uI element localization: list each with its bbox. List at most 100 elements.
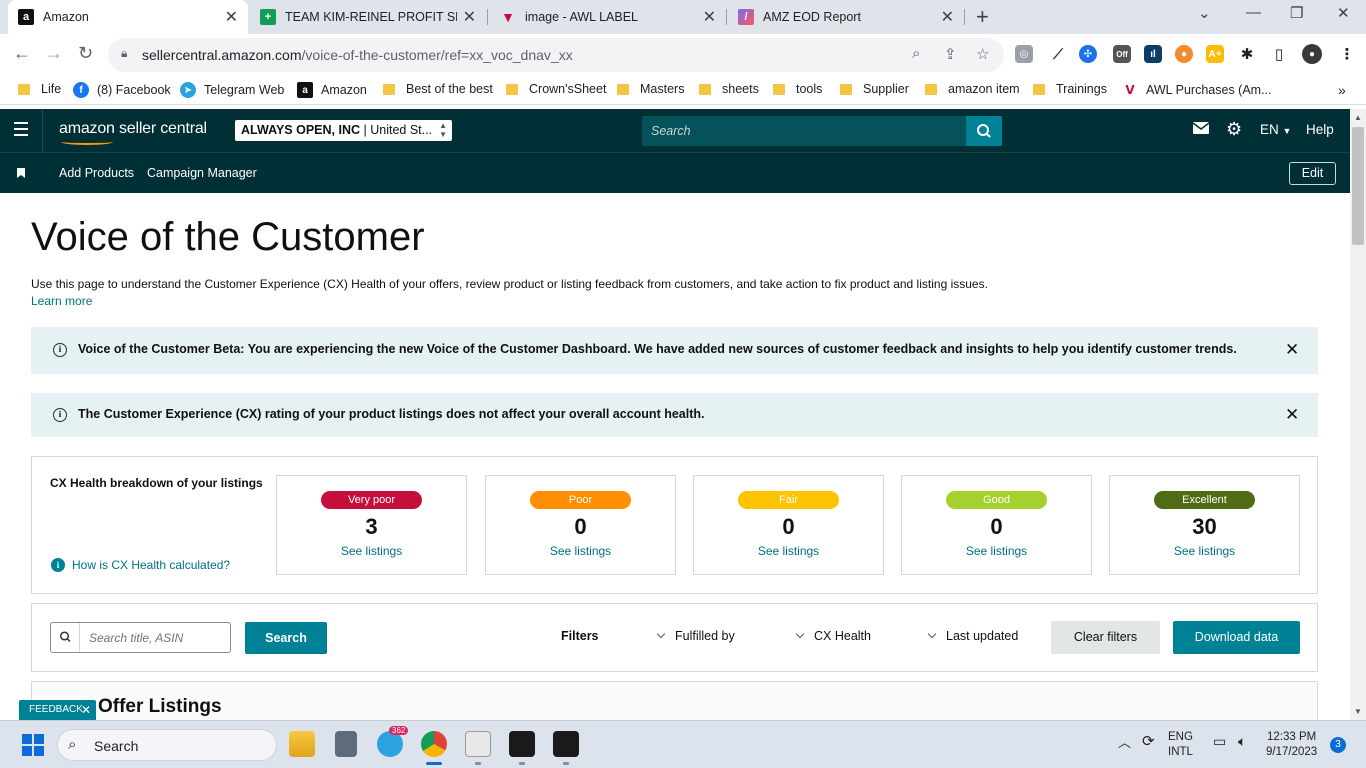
bookmark-supplier[interactable]: Supplier — [840, 82, 909, 96]
share-icon[interactable]: ⇪ — [944, 45, 957, 63]
bookmark-amazon-item[interactable]: amazon item — [925, 82, 1020, 96]
see-listings-link[interactable]: See listings — [486, 544, 675, 558]
learn-more-link[interactable]: Learn more — [31, 294, 92, 308]
nav-add-products[interactable]: Add Products — [59, 166, 134, 180]
tab-eod-report[interactable]: / AMZ EOD Report ✕ — [728, 0, 964, 34]
see-listings-link[interactable]: See listings — [902, 544, 1091, 558]
close-icon[interactable]: ✕ — [1285, 340, 1299, 360]
cx-health-help-link[interactable]: i How is CX Health calculated? — [51, 558, 230, 572]
volume-icon[interactable]: 🔈︎ — [1238, 734, 1246, 749]
close-tab-icon[interactable]: ✕ — [941, 7, 954, 27]
page-scrollbar[interactable]: ▲ ▼ — [1350, 109, 1366, 720]
last-updated-dropdown[interactable]: Last updated — [927, 629, 1018, 643]
network-icon[interactable]: ▭ — [1213, 734, 1226, 749]
telegram-icon[interactable]: 362 — [377, 726, 409, 757]
restore-icon[interactable]: ❐ — [1290, 4, 1303, 22]
address-bar[interactable]: 🔒︎ sellercentral.amazon.com/voice-of-the… — [108, 38, 1004, 72]
search-button[interactable]: Search — [245, 622, 327, 654]
header-search-button[interactable] — [966, 116, 1002, 146]
clear-filters-button[interactable]: Clear filters — [1051, 621, 1160, 654]
seller-central-logo[interactable]: amazon seller central — [59, 120, 207, 145]
bookmark-amazon[interactable]: a Amazon — [297, 82, 367, 98]
extension-icon[interactable]: ● — [1175, 45, 1193, 63]
bookmark-trainings[interactable]: Trainings — [1033, 82, 1107, 96]
scroll-down-icon[interactable]: ▼ — [1354, 707, 1362, 716]
active-app-indicator — [426, 762, 442, 765]
see-listings-link[interactable]: See listings — [277, 544, 466, 558]
bookmark-crowns-sheet[interactable]: Crown'sSheet — [506, 82, 606, 96]
cx-card-poor: Poor 0 See listings — [485, 475, 676, 575]
reload-icon[interactable]: ↻ — [78, 43, 93, 64]
scrollbar-thumb[interactable] — [1352, 127, 1364, 245]
see-listings-link[interactable]: See listings — [1110, 544, 1299, 558]
zoom-icon[interactable]: ⌕ — [912, 45, 920, 62]
extension-icon[interactable]: Off — [1113, 45, 1131, 63]
bookmark-awl-purchases[interactable]: ᐯ AWL Purchases (Am... — [1122, 82, 1271, 98]
download-data-button[interactable]: Download data — [1173, 621, 1300, 654]
bookmark-facebook[interactable]: f (8) Facebook — [73, 82, 171, 98]
bookmark-sheets[interactable]: sheets — [699, 82, 759, 96]
bookmark-star-icon[interactable]: ☆ — [976, 45, 989, 63]
menu-kebab-icon[interactable]: ⋮ — [1338, 45, 1356, 63]
taskbar-search[interactable]: ⌕ Search — [57, 729, 277, 761]
mail-icon[interactable] — [1192, 122, 1210, 137]
language-selector[interactable]: EN ▼ — [1260, 122, 1291, 137]
close-tab-icon[interactable]: ✕ — [225, 7, 238, 27]
header-search-input[interactable]: Search — [642, 116, 967, 146]
status-badge: Excellent — [1154, 491, 1255, 509]
notification-badge[interactable]: 3 — [1330, 737, 1346, 753]
account-switcher[interactable]: ALWAYS OPEN, INC | United St... ▲ ▼ — [235, 120, 452, 141]
calculator-icon[interactable] — [335, 731, 357, 757]
bookmark-tools[interactable]: tools — [773, 82, 822, 96]
new-tab-icon[interactable]: + — [976, 4, 989, 30]
bookmark-life[interactable]: Life — [18, 82, 61, 96]
extensions-puzzle-icon[interactable]: ✱ — [1238, 45, 1256, 63]
bookmark-best-of-the-best[interactable]: Best of the best — [383, 82, 493, 96]
nav-campaign-manager[interactable]: Campaign Manager — [147, 166, 257, 180]
listing-search-input[interactable]: Search title, ASIN — [50, 622, 231, 653]
extension-icon[interactable]: ıl — [1144, 45, 1162, 63]
tab-amazon[interactable]: a Amazon ✕ — [8, 0, 248, 34]
tray-overflow-icon[interactable]: ︿ — [1118, 735, 1131, 750]
side-panel-icon[interactable]: ▯ — [1270, 45, 1288, 63]
gear-icon[interactable]: ⚙ — [1226, 119, 1242, 140]
close-icon[interactable]: ✕ — [81, 700, 91, 720]
see-listings-link[interactable]: See listings — [694, 544, 883, 558]
file-explorer-icon[interactable] — [289, 731, 315, 757]
minimize-icon[interactable]: — — [1246, 4, 1261, 21]
tab-profit-sheet[interactable]: + TEAM KIM-REINEL PROFIT SHEET ✕ — [250, 0, 486, 34]
cx-health-dropdown[interactable]: CX Health — [795, 629, 871, 643]
app-icon[interactable] — [465, 731, 491, 757]
feedback-button[interactable]: FEEDBACK ✕ — [19, 700, 96, 720]
fulfilled-by-dropdown[interactable]: Fulfilled by — [656, 629, 735, 643]
tab-awl-label[interactable]: ▼ image - AWL LABEL ✕ — [490, 0, 726, 34]
status-badge: Poor — [530, 491, 631, 509]
close-tab-icon[interactable]: ✕ — [463, 7, 476, 27]
close-tab-icon[interactable]: ✕ — [703, 7, 716, 27]
tab-search-icon[interactable]: ⌄ — [1198, 4, 1211, 22]
bookmark-label: tools — [796, 82, 823, 96]
bookmark-masters[interactable]: Masters — [617, 82, 684, 96]
close-window-icon[interactable]: ✕ — [1337, 4, 1350, 22]
forward-icon[interactable]: → — [45, 43, 63, 64]
extension-icon[interactable]: ⟋ — [1049, 45, 1067, 63]
bookmark-telegram[interactable]: ➤ Telegram Web — [180, 82, 284, 98]
app-icon[interactable] — [509, 731, 535, 757]
clock[interactable]: 12:33 PM 9/17/2023 — [1266, 730, 1317, 760]
back-icon[interactable]: ← — [13, 43, 31, 64]
extension-icon[interactable]: ◎ — [1015, 45, 1033, 63]
windows-start-icon[interactable] — [22, 734, 44, 756]
sync-icon[interactable]: ⟳ — [1142, 734, 1155, 749]
profile-avatar[interactable]: ● — [1302, 44, 1322, 64]
hamburger-menu-icon[interactable] — [14, 122, 28, 140]
close-icon[interactable]: ✕ — [1285, 405, 1299, 425]
more-bookmarks-icon[interactable]: » — [1338, 82, 1346, 98]
chrome-icon[interactable] — [421, 731, 447, 757]
extension-icon[interactable]: A+ — [1206, 45, 1224, 63]
language-indicator[interactable]: ENG INTL — [1168, 730, 1193, 760]
edit-nav-button[interactable]: Edit — [1289, 162, 1336, 185]
scroll-up-icon[interactable]: ▲ — [1354, 113, 1362, 122]
help-link[interactable]: Help — [1306, 122, 1334, 137]
app-icon[interactable] — [553, 731, 579, 757]
extension-icon[interactable]: ✣ — [1079, 45, 1097, 63]
